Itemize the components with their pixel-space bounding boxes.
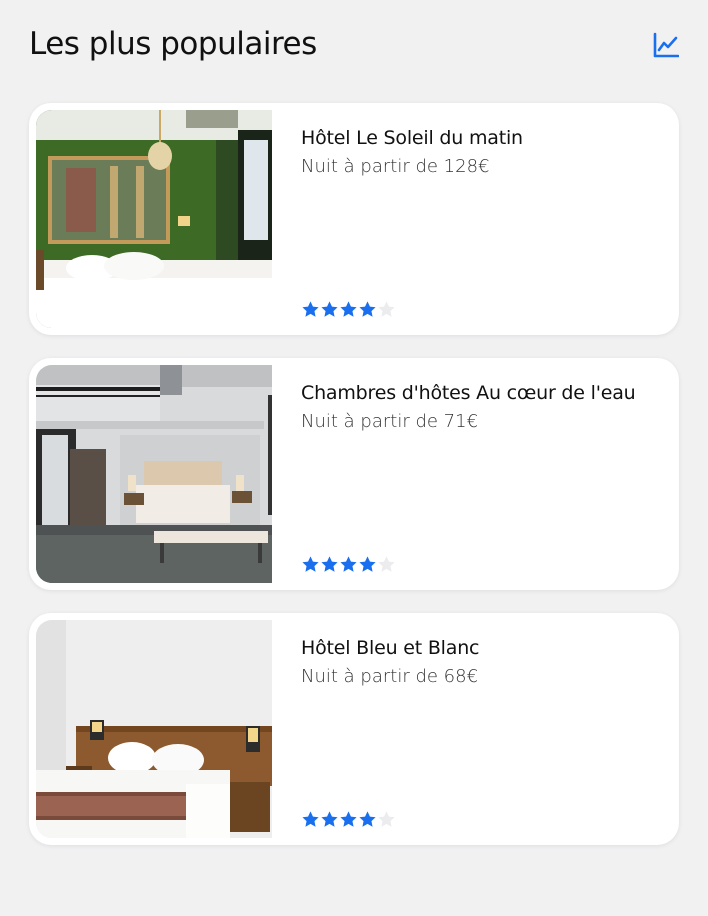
hotel-price: Nuit à partir de 68€ [301, 666, 479, 687]
star-icon [359, 556, 376, 572]
star-empty-icon [378, 301, 395, 317]
hotel-photo [36, 620, 272, 838]
star-icon [302, 556, 319, 572]
hotel-photo [36, 110, 272, 328]
star-icon [321, 556, 338, 572]
star-icon [321, 301, 338, 317]
star-rating [301, 300, 396, 320]
chart-line-icon[interactable] [653, 32, 680, 58]
hotel-list: Hôtel Le Soleil du matin Nuit à partir d… [29, 103, 679, 868]
star-icon [359, 301, 376, 317]
hotel-name: Hôtel Le Soleil du matin [301, 127, 523, 149]
header: Les plus populaires [29, 24, 680, 68]
star-icon [340, 811, 357, 827]
star-empty-icon [378, 556, 395, 572]
star-icon [359, 811, 376, 827]
hotel-name: Chambres d'hôtes Au cœur de l'eau [301, 382, 636, 404]
hotel-price: Nuit à partir de 71€ [301, 411, 479, 432]
hotel-card[interactable]: Hôtel Bleu et Blanc Nuit à partir de 68€ [29, 613, 679, 845]
star-empty-icon [378, 811, 395, 827]
star-icon [302, 301, 319, 317]
hotel-photo [36, 365, 272, 583]
hotel-name: Hôtel Bleu et Blanc [301, 637, 480, 659]
star-icon [302, 811, 319, 827]
star-rating [301, 810, 396, 830]
star-rating [301, 555, 396, 575]
star-icon [321, 811, 338, 827]
star-icon [340, 556, 357, 572]
hotel-card[interactable]: Chambres d'hôtes Au cœur de l'eau Nuit à… [29, 358, 679, 590]
hotel-card[interactable]: Hôtel Le Soleil du matin Nuit à partir d… [29, 103, 679, 335]
star-icon [340, 301, 357, 317]
page-title: Les plus populaires [29, 26, 317, 62]
hotel-price: Nuit à partir de 128€ [301, 156, 490, 177]
